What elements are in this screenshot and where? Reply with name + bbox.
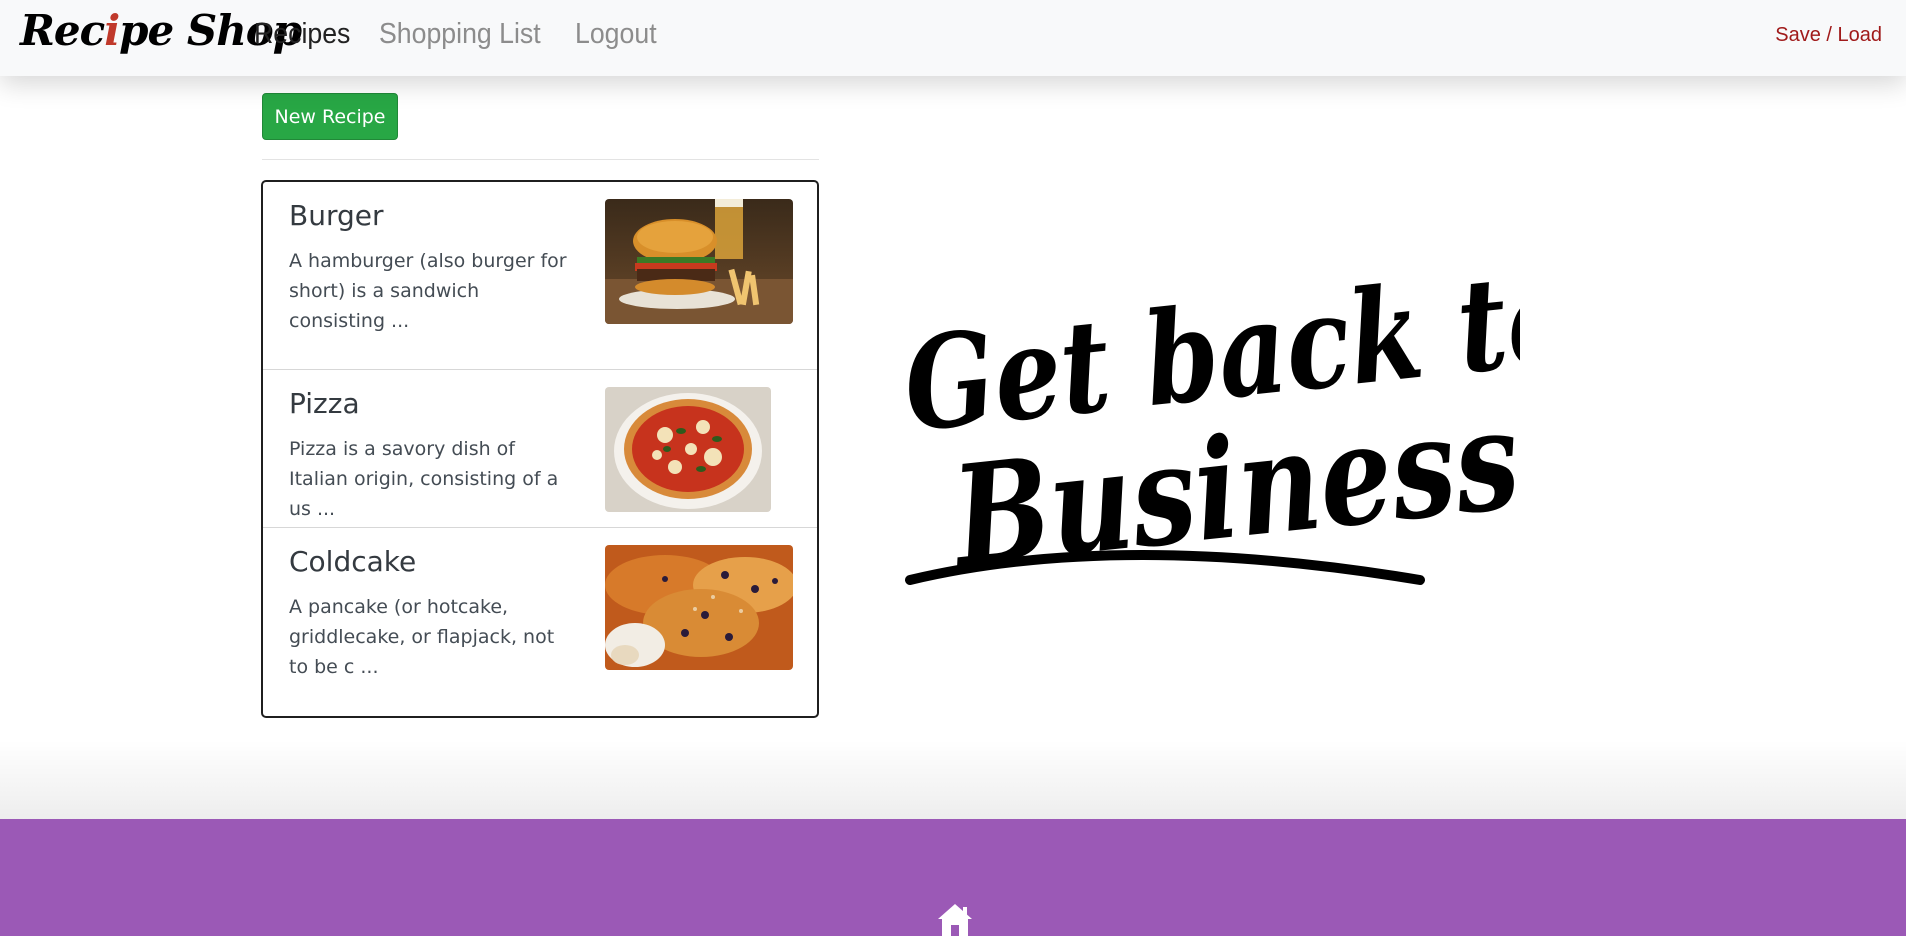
nav-logout[interactable]: Logout <box>575 18 657 51</box>
home-icon[interactable] <box>936 902 974 936</box>
recipe-image-coldcake <box>605 545 793 670</box>
brand-text-start: Rec <box>20 6 105 55</box>
nav-links: Recipes Shopping List Logout <box>254 18 663 51</box>
recipe-description: Pizza is a savory dish of Italian origin… <box>289 438 559 520</box>
hero-lettering: Get back to Business! <box>897 240 1583 620</box>
recipe-item-coldcake[interactable]: Coldcake A pancake (or hotcake, griddlec… <box>263 528 817 716</box>
recipe-image-burger <box>605 199 793 324</box>
recipe-item-pizza[interactable]: Pizza Pizza is a savory dish of Italian … <box>263 370 817 528</box>
footer-shadow <box>0 740 1906 820</box>
recipe-name: Pizza <box>289 387 360 420</box>
recipe-description: A hamburger (also burger for short) is a… <box>289 250 567 332</box>
recipe-image-pizza <box>605 387 771 512</box>
nav-shopping-list[interactable]: Shopping List <box>379 18 541 51</box>
divider <box>262 159 819 160</box>
recipe-item-burger[interactable]: Burger A hamburger (also burger for shor… <box>263 182 817 370</box>
nav-recipes[interactable]: Recipes <box>254 18 350 51</box>
save-load-dropdown[interactable]: Save / Load <box>1775 24 1882 47</box>
top-navbar: Recipe Shop Recipes Shopping List Logout… <box>0 0 1906 76</box>
recipe-description: A pancake (or hotcake, griddlecake, or f… <box>289 596 555 678</box>
new-recipe-button[interactable]: New Recipe <box>262 93 398 140</box>
brand-text-accent: i <box>104 6 120 55</box>
recipe-name: Coldcake <box>289 545 417 578</box>
recipe-name: Burger <box>289 199 384 232</box>
recipe-list: Burger A hamburger (also burger for shor… <box>261 180 819 718</box>
